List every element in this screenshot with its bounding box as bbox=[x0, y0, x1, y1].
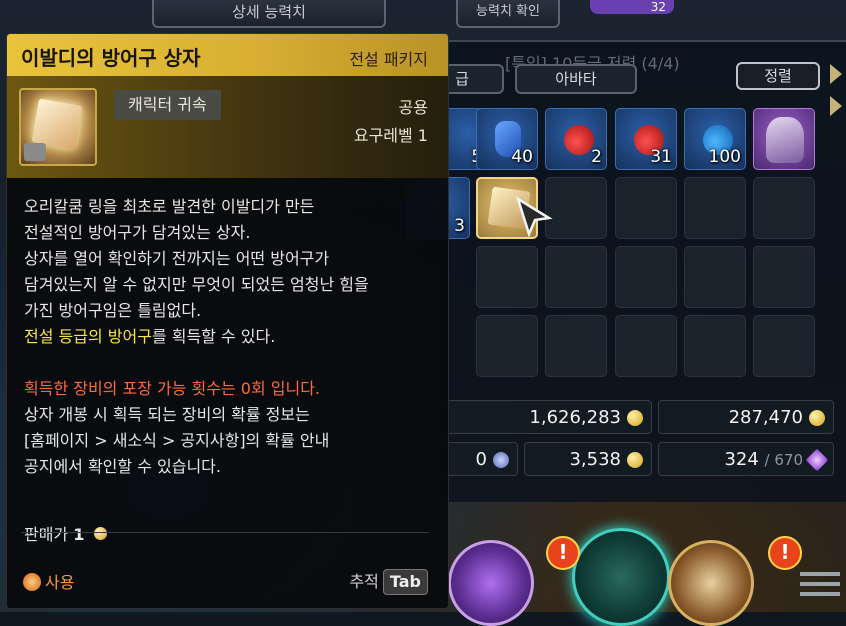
description-line: 가진 방어구임은 틀림없다. bbox=[24, 301, 202, 320]
mouse-cursor-icon bbox=[515, 196, 553, 238]
item-title: 이발디의 방어구 상자 bbox=[21, 46, 201, 70]
legend-suffix: 를 획득할 수 있다. bbox=[151, 327, 276, 346]
inventory-slot[interactable]: 2 bbox=[545, 108, 607, 170]
stats-check-button[interactable]: 능력치 확인 bbox=[456, 0, 560, 28]
inventory-slot[interactable] bbox=[545, 177, 607, 239]
track-button[interactable]: 추적 Tab bbox=[349, 568, 428, 595]
arrow-right-icon[interactable] bbox=[830, 64, 842, 84]
gold-coin-icon bbox=[627, 452, 643, 468]
sell-label: 판매가 bbox=[24, 525, 69, 544]
mid-currency-display: 3,538 bbox=[524, 442, 652, 476]
item-count: 31 bbox=[650, 147, 672, 167]
item-count: 3 bbox=[454, 216, 465, 236]
top-badge: 32 bbox=[590, 0, 674, 14]
description-line: 오리칼쿰 링을 최초로 발견한 이발디가 만든 bbox=[24, 197, 315, 216]
inventory-slot[interactable] bbox=[615, 315, 677, 377]
required-level: 요구레벨 1 bbox=[353, 126, 428, 145]
red-potion-icon bbox=[564, 125, 594, 155]
package-label: 전설 패키지 bbox=[349, 50, 428, 69]
detail-stats-button[interactable]: 상세 능력치 bbox=[152, 0, 386, 28]
gold-main-display: 1,626,283 bbox=[436, 400, 652, 434]
tab-avatar[interactable]: 아바타 bbox=[515, 64, 637, 94]
star-energy-icon bbox=[805, 448, 829, 472]
gods-radiance-button[interactable] bbox=[448, 540, 534, 626]
probability-line: [홈페이지 > 새소식 > 공지사항]의 확률 안내 bbox=[24, 431, 330, 450]
gold-coin-icon bbox=[809, 410, 825, 426]
inventory-slot[interactable] bbox=[684, 246, 746, 308]
item-count: 2 bbox=[591, 147, 602, 167]
inventory-slot[interactable] bbox=[545, 315, 607, 377]
energy-max: / 670 bbox=[764, 451, 803, 469]
inventory-slot[interactable] bbox=[476, 315, 538, 377]
inventory-slot[interactable] bbox=[615, 246, 677, 308]
track-label: 추적 bbox=[349, 572, 379, 591]
use-button[interactable]: 사용 bbox=[23, 569, 74, 593]
gold-coin-icon bbox=[627, 410, 643, 426]
inventory-slot[interactable] bbox=[753, 108, 815, 170]
mid-value: 3,538 bbox=[569, 449, 621, 470]
common-label: 공용 bbox=[398, 98, 428, 117]
alert-icon: ! bbox=[546, 536, 580, 570]
tooltip-header: 이발디의 방어구 상자 전설 패키지 bbox=[7, 34, 448, 76]
gold-alt-value: 287,470 bbox=[728, 407, 803, 428]
item-count: 100 bbox=[708, 147, 741, 167]
legend-note: 전설 등급의 방어구를 획득할 수 있다. bbox=[24, 324, 275, 350]
use-label: 사용 bbox=[45, 573, 75, 592]
inventory-slot[interactable]: 31 bbox=[615, 108, 677, 170]
inventory-slot[interactable]: 40 bbox=[476, 108, 538, 170]
tab-key-hint: Tab bbox=[382, 569, 428, 595]
arrangement-button[interactable] bbox=[668, 540, 754, 626]
legend-highlight: 전설 등급의 방어구 bbox=[24, 327, 152, 346]
description-line: 전설적인 방어구가 담겨있는 상자. bbox=[24, 223, 251, 242]
gold-main-value: 1,626,283 bbox=[529, 407, 621, 428]
sell-price: 판매가 1 bbox=[24, 521, 107, 545]
energy-value: 324 bbox=[724, 449, 759, 470]
gold-alt-display: 287,470 bbox=[658, 400, 834, 434]
item-count: 40 bbox=[511, 147, 533, 167]
inventory-slot[interactable] bbox=[684, 177, 746, 239]
sort-button[interactable]: 정렬 bbox=[736, 62, 820, 90]
item-tooltip: 이발디의 방어구 상자 전설 패키지 캐릭터 귀속 공용 요구레벨 1 오리칼쿰… bbox=[6, 33, 449, 609]
inventory-slot[interactable] bbox=[753, 246, 815, 308]
menu-icon[interactable] bbox=[800, 572, 840, 596]
character-bound-badge: 캐릭터 귀속 bbox=[114, 90, 221, 120]
sell-value: 1 bbox=[73, 525, 85, 544]
inventory-slot[interactable] bbox=[684, 315, 746, 377]
zero-value: 0 bbox=[475, 449, 487, 470]
armor-class-icon bbox=[24, 143, 46, 161]
inventory-slot[interactable] bbox=[545, 246, 607, 308]
warning-text: 획득한 장비의 포장 가능 횟수는 0회 입니다. bbox=[24, 379, 321, 398]
inventory-slot[interactable] bbox=[753, 177, 815, 239]
use-icon bbox=[23, 573, 41, 591]
probability-line: 공지에서 확인할 수 있습니다. bbox=[24, 457, 221, 476]
arrow-right-icon[interactable] bbox=[830, 96, 842, 116]
probability-line: 상자 개봉 시 획득 되는 장비의 확률 정보는 bbox=[24, 405, 310, 424]
inventory-slot[interactable]: 100 bbox=[684, 108, 746, 170]
gold-coin-icon bbox=[93, 527, 107, 540]
alert-icon: ! bbox=[768, 536, 802, 570]
inventory-slot[interactable] bbox=[476, 246, 538, 308]
description-line: 상자를 열어 확인하기 전까지는 어떤 방어구가 bbox=[24, 249, 330, 268]
crystal-coin-icon bbox=[493, 452, 509, 468]
energy-display: 324 / 670 bbox=[658, 442, 834, 476]
armor-box-icon bbox=[19, 88, 97, 166]
inventory-slot[interactable] bbox=[753, 315, 815, 377]
divider bbox=[21, 532, 429, 533]
event-button[interactable] bbox=[572, 528, 670, 626]
character-portrait-icon bbox=[766, 117, 804, 163]
inventory-slot[interactable] bbox=[615, 177, 677, 239]
description-line: 담겨있는지 알 수 없지만 무엇이 되었든 엄청난 힘을 bbox=[24, 275, 369, 294]
